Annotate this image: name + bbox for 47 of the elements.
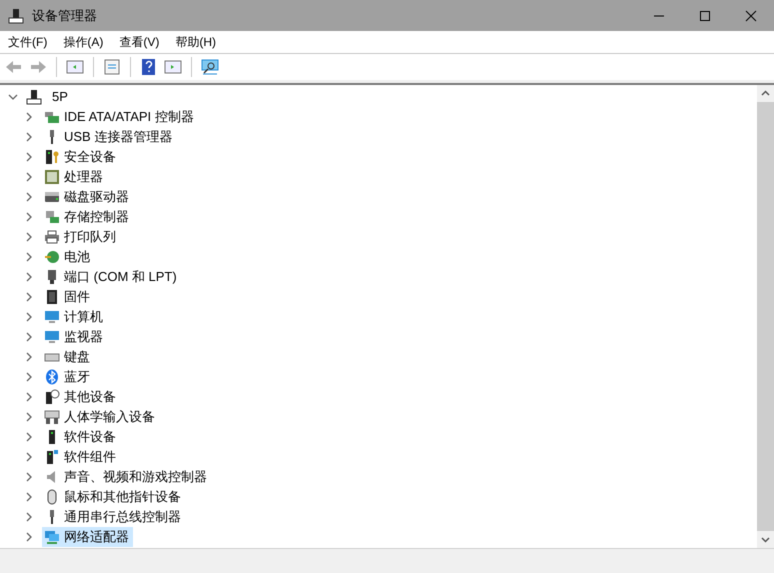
tree-item[interactable]: 人体学输入设备 (42, 407, 159, 427)
computer-icon (26, 89, 42, 105)
monitor-icon (44, 329, 60, 345)
tree-item[interactable]: 安全设备 (42, 147, 120, 167)
tree-item[interactable]: 5P (50, 87, 70, 107)
tree-item[interactable]: 固件 (42, 287, 94, 307)
tree-item[interactable]: 磁盘驱动器 (42, 187, 133, 207)
question-device-icon (44, 389, 60, 405)
keyboard-icon (44, 409, 60, 425)
menu-item[interactable]: 帮助(H) (175, 33, 216, 51)
card-icon (44, 109, 60, 125)
tree-item[interactable]: 声音、视频和游戏控制器 (42, 467, 211, 487)
storage-card-icon (44, 209, 60, 225)
tree-item[interactable]: 网络适配器 (42, 527, 133, 547)
menu-item[interactable]: 文件(F) (8, 33, 48, 51)
battery-icon (44, 249, 60, 265)
network-icon (44, 529, 60, 545)
tree-item[interactable]: 处理器 (42, 167, 107, 187)
tree-item[interactable]: USB 连接器管理器 (42, 127, 176, 147)
tree-item[interactable]: 电池 (42, 247, 94, 267)
menu-item[interactable]: 查看(V) (119, 33, 160, 51)
tree-item[interactable]: 监视器 (42, 327, 107, 347)
tree-item[interactable]: 其他设备 (42, 387, 120, 407)
tree-item[interactable]: 存储控制器 (42, 207, 133, 227)
tree-item[interactable]: 通用串行总线控制器 (42, 507, 185, 527)
properties-icon[interactable] (102, 57, 122, 77)
tree-item[interactable]: 软件组件 (42, 447, 120, 467)
window-title: 设备管理器 (32, 6, 97, 25)
device-icon (44, 449, 60, 465)
menu-item[interactable]: 操作(A) (63, 33, 104, 51)
tree-item[interactable]: 蓝牙 (42, 367, 94, 387)
tree-item[interactable]: 端口 (COM 和 LPT) (42, 267, 181, 287)
key-icon (44, 149, 60, 165)
tree-item[interactable]: 键盘 (42, 347, 94, 367)
drive-icon (44, 189, 60, 205)
tree-item[interactable]: IDE ATA/ATAPI 控制器 (42, 107, 198, 127)
monitor-search-icon[interactable] (200, 57, 220, 77)
tree-item[interactable]: 鼠标和其他指针设备 (42, 487, 185, 507)
tree-item[interactable]: 软件设备 (42, 427, 120, 447)
chip-icon (44, 289, 60, 305)
computer-icon (8, 8, 24, 24)
monitor-icon (44, 309, 60, 325)
bluetooth-icon (44, 369, 60, 385)
tree-item[interactable]: 打印队列 (42, 227, 120, 247)
tree-item[interactable]: 计算机 (42, 307, 107, 327)
chip-icon (44, 169, 60, 185)
printer-icon (44, 229, 60, 245)
